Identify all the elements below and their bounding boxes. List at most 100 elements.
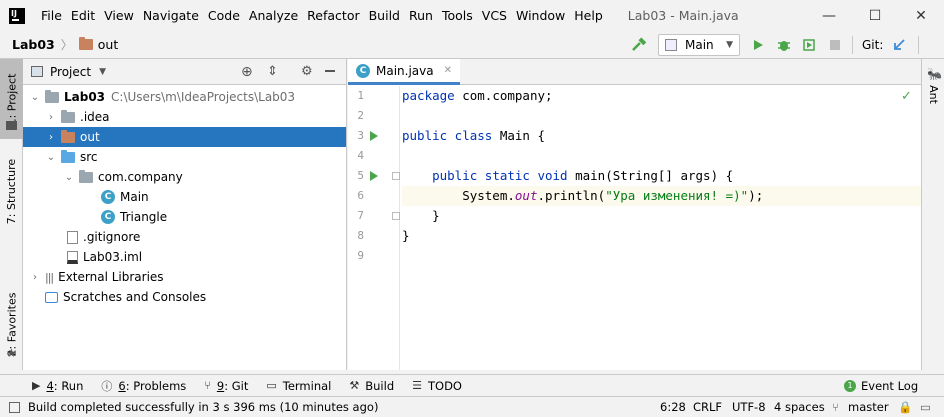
indent-setting[interactable]: 4 spaces bbox=[774, 400, 825, 414]
todo-tool-tab[interactable]: ☰ TODO bbox=[412, 379, 462, 393]
hide-panel-icon[interactable] bbox=[325, 70, 335, 72]
ant-tool-tab[interactable]: Ant bbox=[922, 79, 944, 109]
hammer-icon: ⚒ bbox=[349, 379, 360, 392]
menu-view[interactable]: View bbox=[100, 0, 138, 31]
collapse-all-icon[interactable]: ⇕ bbox=[267, 64, 278, 79]
line-separator[interactable]: CRLF bbox=[693, 400, 722, 414]
tree-row-iml[interactable]: Lab03.iml bbox=[23, 247, 346, 267]
caret-position[interactable]: 6:28 bbox=[660, 400, 686, 414]
code-view[interactable]: package com.company; public class Main {… bbox=[402, 86, 921, 370]
menu-file[interactable]: File bbox=[37, 0, 66, 31]
git-branch-icon: ⑂ bbox=[204, 379, 211, 392]
debug-icon[interactable] bbox=[773, 34, 795, 56]
project-panel-title[interactable]: Project bbox=[50, 65, 91, 79]
left-tool-strip: 1: Project 7: Structure 2: Favorites ★ bbox=[0, 59, 23, 370]
bottom-tool-bar: ▶ 4: Run ⓘ 6: Problems ⑂ 9: Git ▭ Termin… bbox=[0, 374, 944, 396]
project-tree: ⌄ Lab03 C:\Users\m\IdeaProjects\Lab03 › … bbox=[23, 85, 346, 307]
inspection-ok-icon[interactable]: ✓ bbox=[901, 89, 912, 104]
menu-vcs[interactable]: VCS bbox=[478, 0, 511, 31]
run-tool-tab[interactable]: ▶ 4: Run bbox=[32, 379, 83, 393]
stop-icon[interactable] bbox=[824, 34, 846, 56]
gear-icon[interactable]: ⚙ bbox=[301, 64, 313, 79]
build-hammer-icon[interactable] bbox=[628, 34, 650, 56]
tab-label: Main.java bbox=[376, 63, 434, 78]
close-tab-icon[interactable]: ✕ bbox=[444, 65, 452, 76]
locate-icon[interactable]: ⊕ bbox=[241, 64, 253, 80]
menu-code[interactable]: Code bbox=[204, 0, 244, 31]
module-file-icon bbox=[67, 250, 78, 264]
line-number: 5 bbox=[357, 169, 364, 182]
project-tool-label: 1: Project bbox=[5, 73, 18, 125]
chevron-down-icon[interactable]: ⌄ bbox=[27, 92, 43, 103]
tree-label: Main bbox=[120, 190, 149, 204]
tree-row-scratches[interactable]: Scratches and Consoles bbox=[23, 287, 346, 307]
chevron-right-icon[interactable]: › bbox=[27, 272, 43, 283]
chevron-down-icon[interactable]: ⌄ bbox=[61, 172, 77, 183]
git-update-icon[interactable] bbox=[888, 34, 910, 56]
menu-help[interactable]: Help bbox=[570, 0, 607, 31]
breadcrumb-folder[interactable]: out bbox=[98, 37, 118, 52]
menu-bar: IJ File Edit View Navigate Code Analyze … bbox=[0, 0, 944, 31]
tree-row-src[interactable]: ⌄ src bbox=[23, 147, 346, 167]
chevron-right-icon[interactable]: › bbox=[43, 132, 59, 143]
problems-tool-tab[interactable]: ⓘ 6: Problems bbox=[101, 378, 186, 394]
line-number: 8 bbox=[357, 229, 364, 242]
fold-icon[interactable] bbox=[392, 172, 400, 180]
chevron-down-icon[interactable]: ⌄ bbox=[43, 152, 59, 163]
build-tool-tab[interactable]: ⚒ Build bbox=[349, 379, 394, 393]
tree-row-triangle[interactable]: C Triangle bbox=[23, 207, 346, 227]
editor-area: C Main.java ✕ 1 2 3 4 5 6 7 8 9 package … bbox=[348, 59, 921, 370]
java-class-icon: C bbox=[101, 190, 115, 204]
coverage-icon[interactable] bbox=[798, 34, 820, 56]
intellij-logo-icon[interactable]: IJ bbox=[9, 7, 25, 24]
folder-icon bbox=[78, 37, 93, 50]
tree-row-package[interactable]: ⌄ com.company bbox=[23, 167, 346, 187]
toolbar-divider bbox=[918, 36, 919, 54]
window-title: Lab03 - Main.java bbox=[627, 8, 739, 23]
tree-row-external-libraries[interactable]: › ||| External Libraries bbox=[23, 267, 346, 287]
menu-analyze[interactable]: Analyze bbox=[245, 0, 302, 31]
menu-edit[interactable]: Edit bbox=[67, 0, 99, 31]
run-icon[interactable] bbox=[747, 34, 769, 56]
menu-run[interactable]: Run bbox=[405, 0, 437, 31]
lock-icon[interactable]: 🔒 bbox=[898, 400, 912, 414]
tree-row-main[interactable]: C Main bbox=[23, 187, 346, 207]
terminal-tool-tab[interactable]: ▭ Terminal bbox=[266, 379, 331, 393]
folder-icon bbox=[61, 109, 75, 123]
editor-gutter: 1 2 3 4 5 6 7 8 9 bbox=[348, 86, 400, 370]
status-message[interactable]: Build completed successfully in 3 s 396 … bbox=[28, 400, 378, 414]
tree-row-lab03[interactable]: ⌄ Lab03 C:\Users\m\IdeaProjects\Lab03 bbox=[23, 87, 346, 107]
git-branch[interactable]: master bbox=[848, 400, 889, 414]
file-encoding[interactable]: UTF-8 bbox=[732, 400, 766, 414]
git-tool-tab[interactable]: ⑂ 9: Git bbox=[204, 379, 248, 393]
menu-refactor[interactable]: Refactor bbox=[303, 0, 363, 31]
chevron-right-icon[interactable]: › bbox=[43, 112, 59, 123]
fold-icon[interactable] bbox=[392, 212, 400, 220]
close-button[interactable]: ✕ bbox=[898, 0, 944, 31]
tree-row-out[interactable]: › out bbox=[23, 127, 346, 147]
menu-window[interactable]: Window bbox=[512, 0, 569, 31]
breadcrumb-project[interactable]: Lab03 bbox=[12, 37, 55, 52]
memory-indicator-icon[interactable]: ▭ bbox=[920, 400, 931, 414]
module-folder-icon bbox=[45, 89, 59, 103]
tree-row-idea[interactable]: › .idea bbox=[23, 107, 346, 127]
menu-tools[interactable]: Tools bbox=[438, 0, 477, 31]
chevron-down-icon[interactable]: ▼ bbox=[99, 67, 106, 77]
run-config-select[interactable]: Main ▼ bbox=[658, 34, 740, 56]
menu-build[interactable]: Build bbox=[365, 0, 404, 31]
maximize-button[interactable]: ☐ bbox=[852, 0, 898, 31]
git-branch-icon: ⑂ bbox=[832, 400, 839, 414]
run-gutter-icon[interactable] bbox=[370, 171, 378, 181]
code-line: } bbox=[402, 208, 440, 223]
toggle-tool-windows-icon[interactable] bbox=[9, 401, 20, 413]
structure-tool-tab[interactable]: 7: Structure bbox=[0, 151, 23, 231]
run-gutter-icon[interactable] bbox=[370, 131, 378, 141]
tree-label: Lab03.iml bbox=[83, 250, 143, 264]
menu-navigate[interactable]: Navigate bbox=[139, 0, 203, 31]
tree-row-gitignore[interactable]: .gitignore bbox=[23, 227, 346, 247]
tab-main-java[interactable]: C Main.java ✕ bbox=[348, 59, 460, 85]
toolbar-divider bbox=[852, 36, 853, 54]
minimize-button[interactable]: — bbox=[806, 0, 852, 31]
tree-label: Scratches and Consoles bbox=[63, 290, 207, 304]
event-log-tab[interactable]: 1 Event Log bbox=[844, 379, 918, 393]
